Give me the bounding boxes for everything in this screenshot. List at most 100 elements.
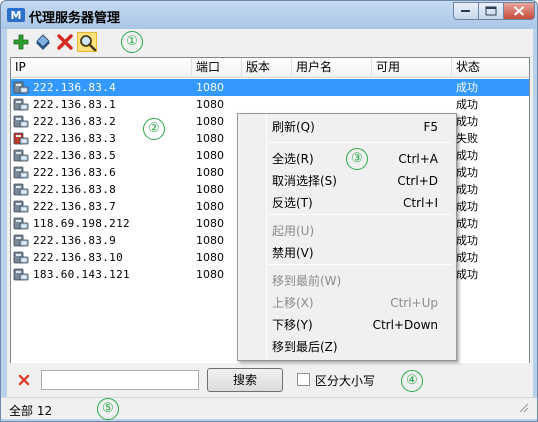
row-ip: 222.136.83.2 (33, 115, 117, 128)
menu-item[interactable]: 刷新(Q) F5 (240, 116, 454, 138)
menu-item[interactable]: 反选(T) Ctrl+I (240, 192, 454, 214)
row-status: 成功 (456, 200, 478, 213)
case-sensitive-checkbox[interactable] (297, 373, 310, 386)
client-area: ① IP 端口 版本 用户名 可用 状态 222.136.83.4 1080 成功 2… (1, 29, 537, 420)
column-header-username[interactable]: 用户名 (292, 58, 372, 78)
row-status: 成功 (456, 98, 478, 111)
row-status: 成功 (456, 149, 478, 162)
menu-item[interactable]: 禁用(V) (240, 242, 454, 264)
edit-button[interactable] (33, 32, 53, 52)
menu-separator (268, 142, 452, 143)
host-icon (13, 98, 29, 111)
menu-item-label: 上移(X) (272, 296, 314, 310)
row-port: 1080 (196, 115, 224, 128)
window-title: 代理服务器管理 (29, 11, 121, 26)
table-row[interactable]: 222.136.83.1 1080 成功 (11, 96, 529, 113)
title-bar[interactable]: M 代理服务器管理 (1, 1, 537, 29)
row-port: 1080 (196, 251, 224, 264)
menu-item-shortcut: Ctrl+A (398, 152, 438, 166)
host-icon (13, 183, 29, 196)
row-port: 1080 (196, 234, 224, 247)
close-button[interactable] (503, 2, 535, 20)
column-header-port[interactable]: 端口 (192, 58, 242, 78)
context-menu: 刷新(Q) F5 全选(R) Ctrl+A 取消选择(S) Ctrl+D 反选(T) Ctrl… (237, 113, 457, 361)
search-bar: 搜索 区分大小写 ④ (7, 363, 533, 397)
table-row[interactable]: 222.136.83.4 1080 成功 (11, 79, 529, 96)
menu-item-label: 反选(T) (272, 196, 313, 210)
row-port: 1080 (196, 132, 224, 145)
app-icon: M (7, 8, 25, 22)
host-icon (13, 166, 29, 179)
menu-item-label: 刷新(Q) (272, 120, 315, 134)
host-icon (13, 268, 29, 281)
menu-item: 移到最前(W) (240, 270, 454, 292)
menu-separator (268, 264, 452, 265)
delete-x-icon (57, 34, 73, 50)
column-header-status[interactable]: 状态 (452, 58, 529, 78)
close-icon (513, 6, 525, 16)
resize-grip-icon[interactable] (517, 401, 529, 413)
search-input[interactable] (41, 370, 199, 390)
delete-button[interactable] (55, 32, 75, 52)
host-icon (13, 217, 29, 230)
row-ip: 222.136.83.10 (33, 251, 123, 264)
host-icon (13, 234, 29, 247)
menu-item-shortcut: Ctrl+D (397, 174, 438, 188)
row-ip: 222.136.83.6 (33, 166, 117, 179)
row-ip: 222.136.83.9 (33, 234, 117, 247)
row-ip: 222.136.83.5 (33, 149, 117, 162)
menu-item[interactable]: 取消选择(S) Ctrl+D (240, 170, 454, 192)
menu-item-label: 移到最后(Z) (272, 340, 338, 354)
menu-item-label: 禁用(V) (272, 246, 314, 260)
row-port: 1080 (196, 268, 224, 281)
host-icon (13, 115, 29, 128)
list-header: IP 端口 版本 用户名 可用 状态 (11, 58, 529, 78)
menu-item[interactable]: 下移(Y) Ctrl+Down (240, 314, 454, 336)
host-icon (13, 149, 29, 162)
clear-search-icon[interactable] (17, 373, 31, 387)
row-ip: 222.136.83.3 (33, 132, 117, 145)
row-status: 成功 (456, 251, 478, 264)
callout-2: ② (143, 118, 165, 140)
menu-item-label: 全选(R) (272, 152, 314, 166)
case-sensitive-label[interactable]: 区分大小写 (315, 372, 375, 389)
host-icon (13, 200, 29, 213)
menu-item: 上移(X) Ctrl+Up (240, 292, 454, 314)
svg-text:M: M (11, 9, 22, 22)
row-port: 1080 (196, 183, 224, 196)
host-error-icon (13, 132, 29, 145)
proxy-manager-window: M 代理服务器管理 ① IP 端口 版本 用户名 可用 状态 222.136.8… (0, 0, 538, 422)
row-status: 成功 (456, 81, 478, 94)
row-port: 1080 (196, 166, 224, 179)
row-port: 1080 (196, 217, 224, 230)
row-status: 失败 (456, 132, 478, 145)
callout-1: ① (121, 31, 143, 53)
host-icon (13, 251, 29, 264)
edit-book-icon (36, 34, 50, 50)
plus-icon (13, 34, 29, 50)
column-header-available[interactable]: 可用 (372, 58, 452, 78)
search-button[interactable]: 搜索 (207, 368, 283, 392)
host-icon (13, 81, 29, 94)
row-port: 1080 (196, 98, 224, 111)
menu-item-shortcut: Ctrl+Up (390, 296, 438, 310)
callout-4: ④ (401, 370, 423, 392)
magnifier-icon (80, 35, 97, 52)
menu-item-shortcut: F5 (423, 120, 438, 134)
column-header-ip[interactable]: IP (11, 58, 192, 78)
menu-item[interactable]: 移到最后(Z) (240, 336, 454, 358)
maximize-icon (485, 6, 497, 16)
column-header-version[interactable]: 版本 (242, 58, 292, 78)
maximize-button[interactable] (478, 2, 504, 20)
minimize-button[interactable] (453, 2, 479, 20)
status-count: 全部 12 (9, 404, 53, 418)
minimize-icon (461, 10, 470, 12)
row-status: 成功 (456, 268, 478, 281)
menu-item-label: 取消选择(S) (272, 174, 337, 188)
find-button[interactable] (77, 32, 97, 52)
menu-item-label: 下移(Y) (272, 318, 313, 332)
menu-item-shortcut: Ctrl+I (403, 196, 438, 210)
toolbar: ① (7, 29, 533, 55)
add-button[interactable] (11, 32, 31, 52)
row-port: 1080 (196, 81, 224, 94)
